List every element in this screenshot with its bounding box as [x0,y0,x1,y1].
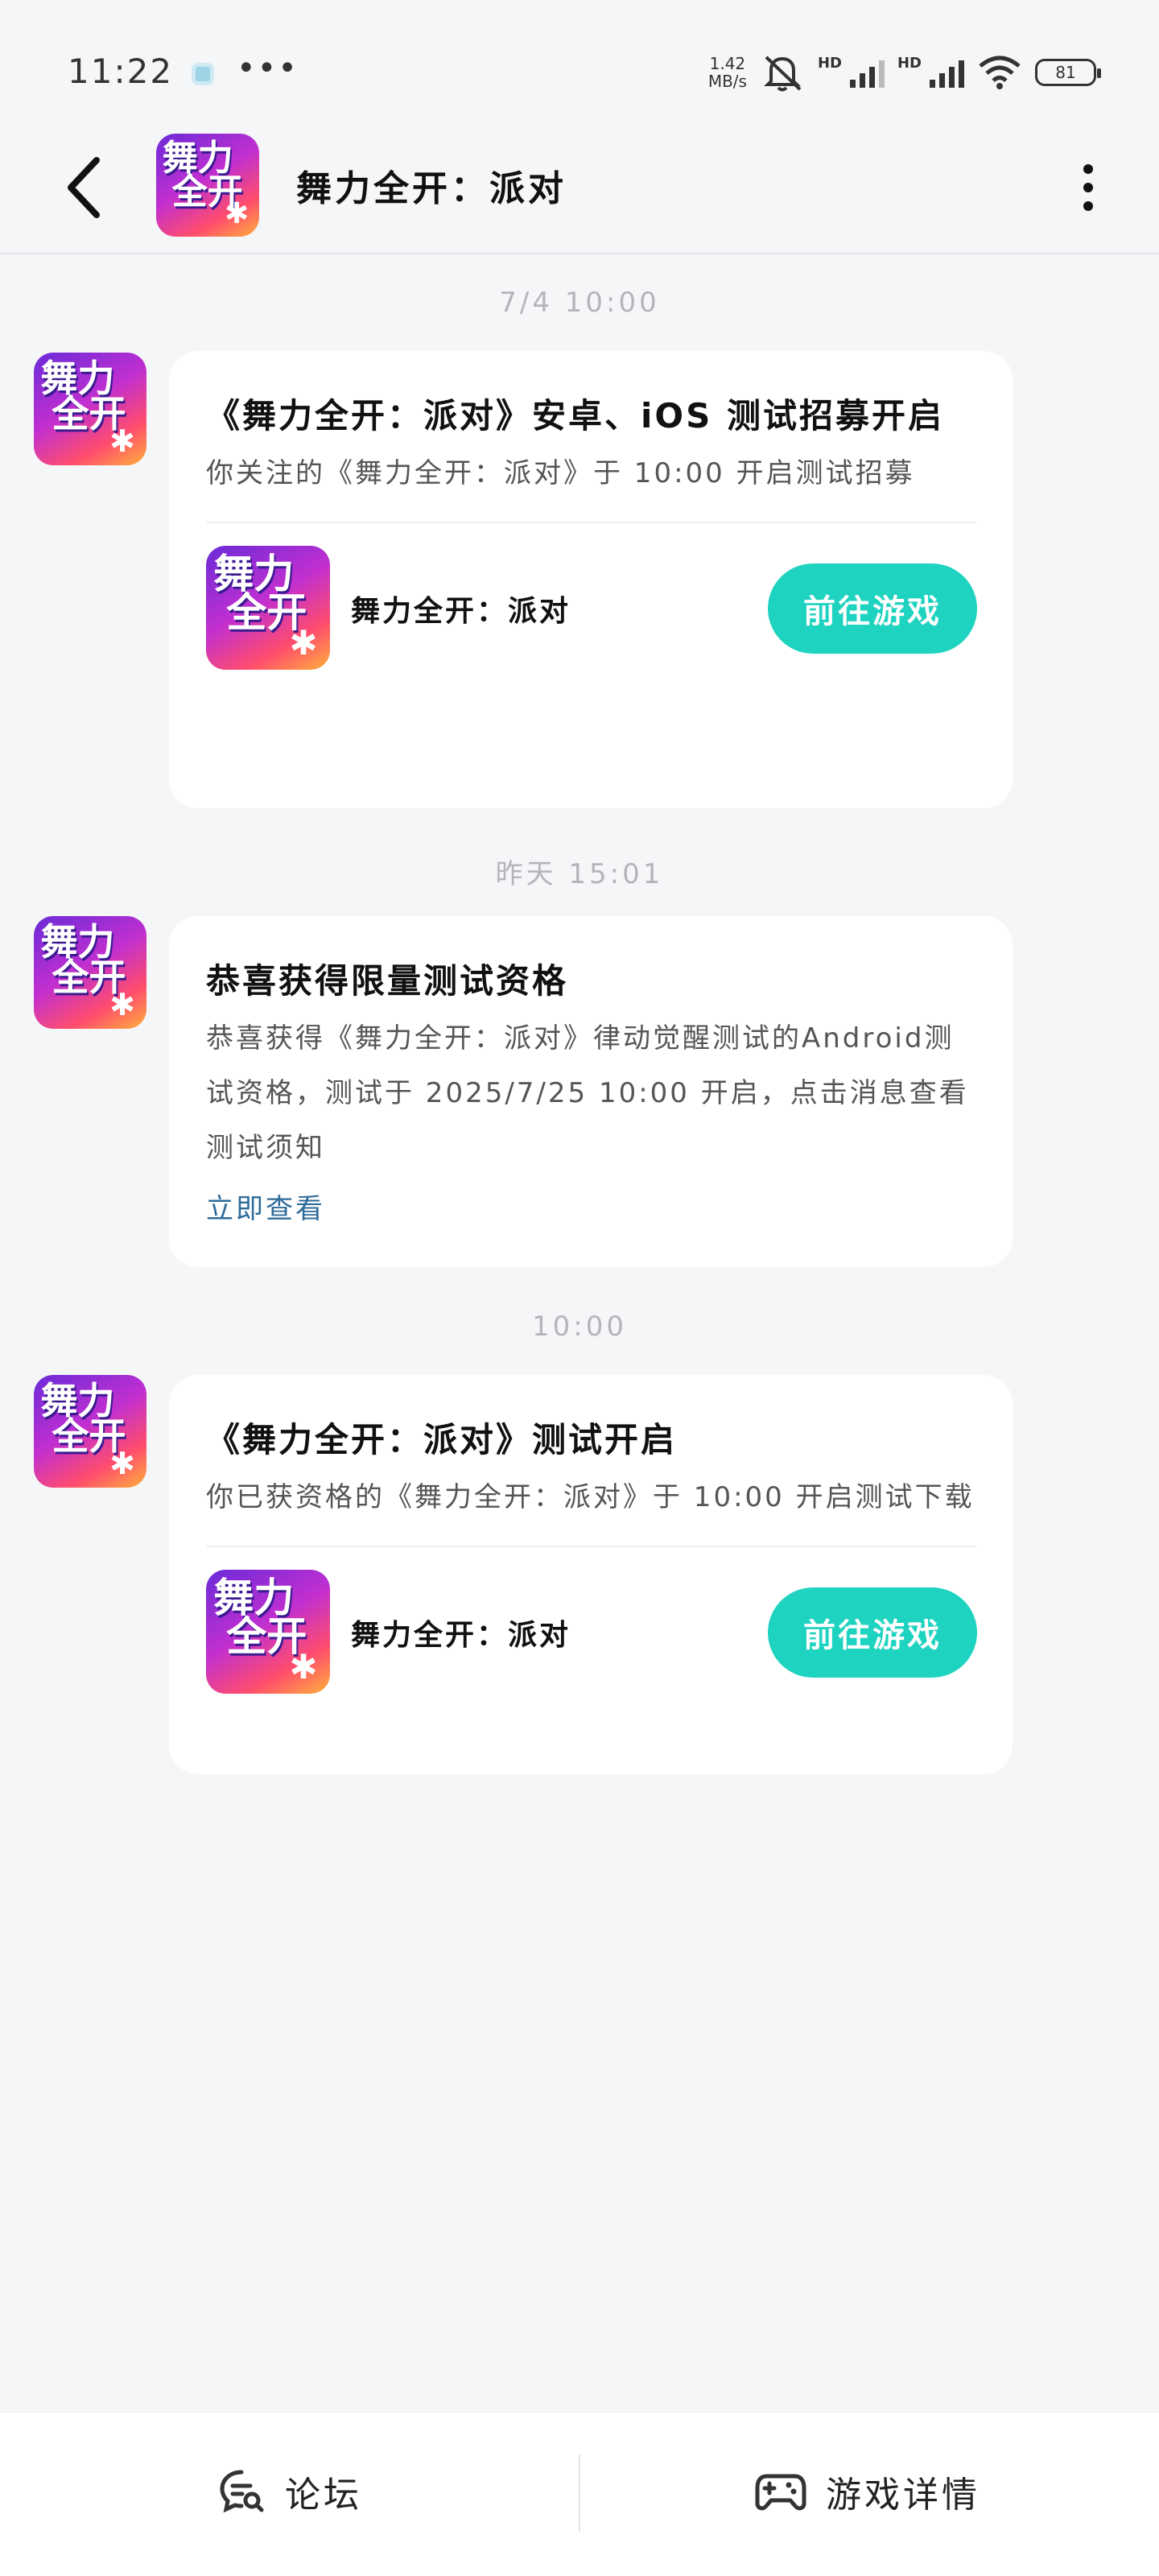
logo-text-top: 舞力 [213,1575,295,1622]
forum-tab[interactable]: 论坛 [217,2458,362,2525]
logo-star-icon: ✱ [109,423,135,459]
hd-badge-1: HD [817,54,842,72]
game-logo[interactable]: 舞力 全开 ✱ [206,546,330,670]
sender-avatar[interactable]: 舞力 全开 ✱ [34,916,146,1029]
mute-bell-icon [764,56,802,92]
bottom-bar: 论坛 游戏详情 [0,2412,1159,2576]
hd-badge-2: HD [897,54,922,72]
message-title: 《舞力全开：派对》安卓、iOS 测试招募开启 [206,396,944,436]
logo-star-icon: ✱ [109,1445,135,1481]
game-details-tab[interactable]: 游戏详情 [755,2458,980,2525]
app-header: 舞力 全开 ✱ 舞力全开：派对 [0,121,1159,254]
sender-avatar[interactable]: 舞力 全开 ✱ [34,1375,146,1488]
go-to-game-button[interactable]: 前往游戏 [768,564,977,654]
message-timestamp: 10:00 [532,1311,627,1343]
logo-star-icon: ✱ [225,197,250,231]
message-title: 恭喜获得限量测试资格 [206,961,569,1001]
message-timestamp: 昨天 15:01 [495,858,664,890]
game-name: 舞力全开：派对 [351,1619,571,1652]
page: 11:22 ••• 1.42 MB/s HD HD 81 舞力 全开 ✱ 舞力全… [0,0,1159,2576]
message-body: 恭喜获得《舞力全开：派对》律动觉醒测试的Android测试资格，测试于 2025… [206,1022,969,1164]
forum-label: 论坛 [285,2475,362,2516]
status-icons: 1.42 MB/s HD HD 81 [708,50,1101,95]
game-logo[interactable]: 舞力 全开 ✱ [156,134,259,237]
chevron-left-icon [68,157,100,218]
logo-star-icon: ✱ [109,986,135,1022]
gamepad-icon [755,2474,806,2511]
game-logo[interactable]: 舞力 全开 ✱ [206,1570,330,1694]
page-title: 舞力全开：派对 [296,168,567,209]
message-body: 你关注的《舞力全开：派对》于 10:00 开启测试招募 [206,457,915,489]
back-button[interactable] [48,151,121,224]
net-speed: 1.42 MB/s [708,55,747,90]
notification-app-icon [192,63,214,85]
wifi-icon [979,56,1021,89]
status-time: 11:22 [68,52,174,91]
message-card[interactable]: 恭喜获得限量测试资格 恭喜获得《舞力全开：派对》律动觉醒测试的Android测试… [169,916,1013,1267]
game-row: 舞力 全开 ✱ 舞力全开：派对 前往游戏 [206,1547,977,1726]
signal-icon-2 [930,57,964,88]
game-row: 舞力 全开 ✱ 舞力全开：派对 前往游戏 [206,523,977,702]
signal-icon-1 [849,57,885,88]
logo-star-icon: ✱ [289,622,318,663]
net-speed-unit: MB/s [707,72,747,91]
message-timestamp: 7/4 10:00 [499,287,660,319]
logo-star-icon: ✱ [289,1646,318,1686]
more-options-button[interactable] [1064,159,1112,216]
game-details-label: 游戏详情 [826,2475,980,2516]
sender-avatar[interactable]: 舞力 全开 ✱ [34,353,146,465]
logo-text-top: 舞力 [213,551,295,598]
battery-icon: 81 [1035,59,1101,86]
game-name: 舞力全开：派对 [351,595,571,628]
more-notifications-icon: ••• [237,50,299,87]
bottom-divider [579,2454,580,2532]
message-card[interactable]: 《舞力全开：派对》测试开启 你已获资格的《舞力全开：派对》于 10:00 开启测… [169,1375,1013,1774]
message-title: 《舞力全开：派对》测试开启 [206,1420,678,1459]
go-to-game-button[interactable]: 前往游戏 [768,1587,977,1678]
status-bar: 11:22 ••• 1.42 MB/s HD HD 81 [0,0,1159,121]
message-card[interactable]: 《舞力全开：派对》安卓、iOS 测试招募开启 你关注的《舞力全开：派对》于 10… [169,351,1013,808]
message-body: 你已获资格的《舞力全开：派对》于 10:00 开启测试下载 [206,1481,975,1513]
net-speed-value: 1.42 [709,54,746,73]
forum-chat-icon [220,2470,264,2513]
logo-text-top: 舞力 [162,138,233,180]
view-now-link[interactable]: 立即查看 [206,1187,977,1226]
